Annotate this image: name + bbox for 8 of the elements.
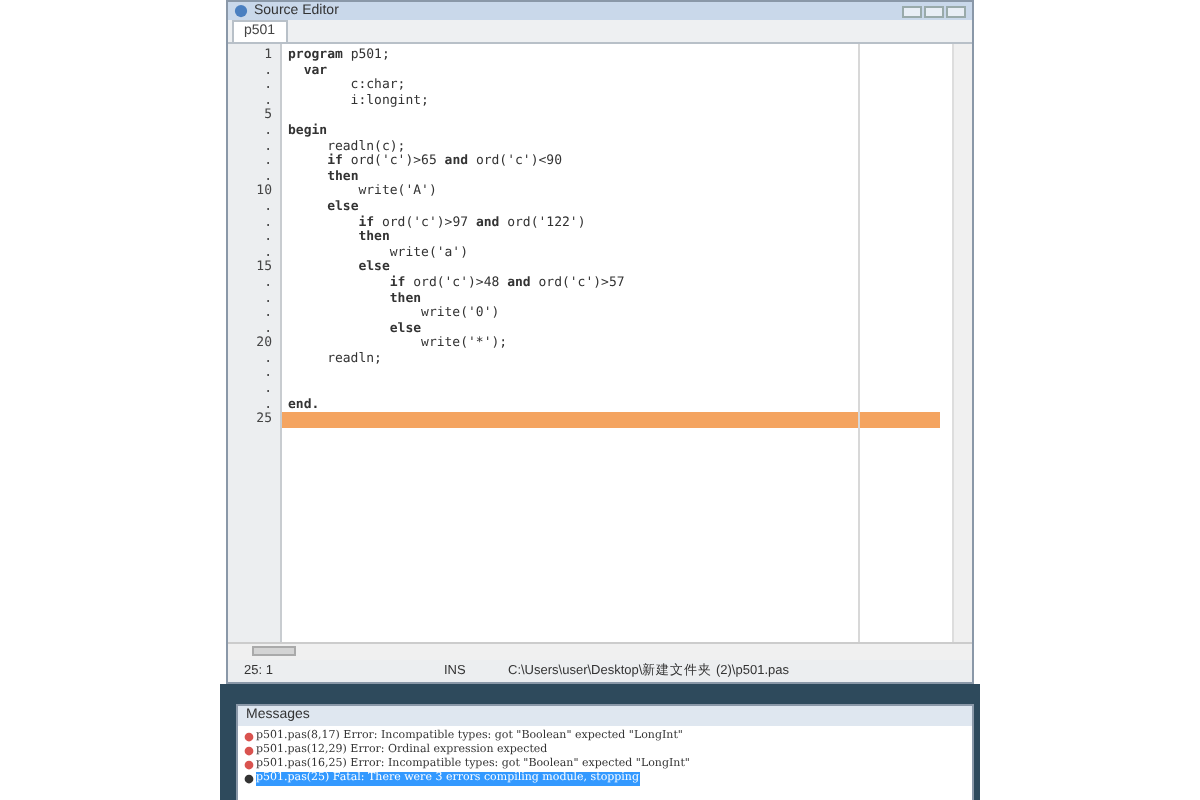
scroll-thumb[interactable] (252, 646, 296, 656)
vertical-scrollbar[interactable] (952, 44, 972, 642)
maximize-button[interactable] (924, 5, 944, 17)
close-button[interactable] (946, 5, 966, 17)
minimize-button[interactable] (902, 5, 922, 17)
app-icon (234, 4, 248, 18)
fatal-icon (244, 774, 254, 784)
horizontal-scrollbar[interactable] (228, 642, 972, 660)
